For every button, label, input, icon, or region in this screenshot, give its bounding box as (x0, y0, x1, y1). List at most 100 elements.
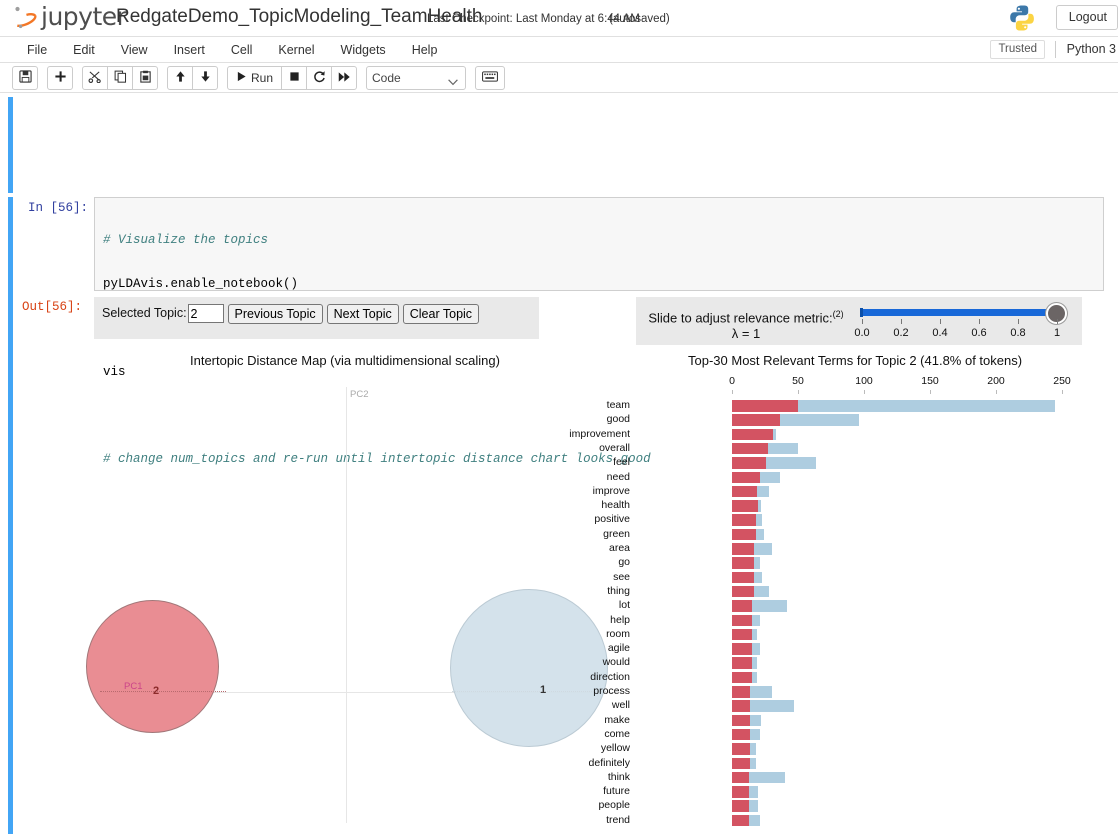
slider-tick-4: 0.8 (1010, 327, 1026, 339)
x-tick-label-50: 50 (792, 375, 804, 387)
slider-track[interactable] (860, 308, 1060, 317)
insert-cell-button[interactable] (47, 66, 73, 90)
run-button[interactable]: Run (227, 66, 283, 90)
relevant-terms-title: Top-30 Most Relevant Terms for Topic 2 (… (688, 353, 1023, 368)
menu-file[interactable]: File (14, 37, 60, 63)
bar-topic-frequency (732, 442, 768, 455)
selected-topic-input[interactable] (187, 304, 224, 323)
x-tick-mark-200 (996, 390, 997, 394)
kernel-indicator[interactable]: Python 3 (1067, 42, 1116, 56)
term-row[interactable]: improvement (569, 428, 1104, 442)
logout-button[interactable]: Logout (1055, 5, 1118, 30)
previous-topic-button[interactable]: Previous Topic (227, 304, 323, 324)
term-row[interactable]: lot (619, 599, 1104, 613)
code-editor[interactable]: # Visualize the topics pyLDAvis.enable_n… (94, 197, 1104, 466)
arrow-down-icon (199, 70, 212, 86)
trusted-badge: Trusted (990, 40, 1045, 59)
term-row[interactable]: team (607, 399, 1104, 413)
term-row[interactable]: room (606, 628, 1104, 642)
term-row[interactable]: yellow (601, 742, 1104, 756)
topic-circle-2[interactable] (86, 600, 219, 733)
paste-button[interactable] (132, 66, 158, 90)
chevron-down-icon (448, 75, 458, 89)
menu-widgets[interactable]: Widgets (328, 37, 399, 63)
menu-insert[interactable]: Insert (161, 37, 218, 63)
term-row[interactable]: trend (606, 814, 1104, 828)
restart-circle-icon (313, 70, 326, 86)
term-label: process (593, 685, 630, 697)
bar-topic-frequency (732, 628, 752, 641)
bar-topic-frequency (732, 457, 767, 469)
move-cell-down-button[interactable] (192, 66, 218, 90)
term-row[interactable]: feel (613, 456, 1104, 470)
move-cell-up-button[interactable] (167, 66, 193, 90)
term-row[interactable]: help (610, 614, 1104, 628)
term-row[interactable]: green (603, 528, 1104, 542)
scissors-icon (88, 70, 102, 86)
term-row[interactable]: would (603, 656, 1104, 670)
topic-2-label: 2 (153, 685, 160, 697)
bar-topic-frequency (732, 814, 750, 827)
input-prompt: In [56]: (28, 201, 89, 215)
clear-topic-button[interactable]: Clear Topic (402, 304, 480, 324)
term-row[interactable]: overall (599, 442, 1104, 456)
term-row[interactable]: people (598, 799, 1104, 813)
x-tick-mark-250 (1062, 390, 1063, 394)
term-row[interactable]: future (603, 785, 1104, 799)
next-topic-button[interactable]: Next Topic (326, 304, 399, 324)
restart-and-run-all-button[interactable] (331, 66, 358, 90)
term-row[interactable]: definitely (589, 757, 1104, 771)
term-row[interactable]: good (607, 413, 1104, 427)
slider-tick-5: 1 (1053, 327, 1061, 339)
term-label: lot (618, 599, 630, 612)
cell-type-select[interactable]: Code (366, 66, 467, 90)
bar-topic-frequency (732, 757, 751, 769)
menu-edit[interactable]: Edit (60, 37, 108, 63)
menu-kernel[interactable]: Kernel (265, 37, 327, 63)
command-palette-button[interactable] (475, 66, 506, 90)
restart-kernel-button[interactable] (306, 66, 333, 90)
term-row[interactable]: need (607, 471, 1104, 485)
save-button[interactable] (12, 66, 38, 90)
term-row[interactable]: health (601, 499, 1104, 513)
command-palette-icon (482, 69, 498, 87)
copy-button[interactable] (107, 66, 133, 90)
bar-topic-frequency (732, 428, 773, 441)
relevance-slider[interactable]: 0.0 0.2 0.4 0.6 0.8 1 (854, 303, 1067, 341)
menu-cell[interactable]: Cell (218, 37, 266, 63)
term-row[interactable]: agile (608, 642, 1104, 656)
term-label: thing (607, 584, 630, 597)
notebook-toolbar: Run Code (0, 63, 1118, 93)
x-tick-label-100: 100 (855, 375, 873, 387)
term-row[interactable]: area (609, 542, 1104, 556)
x-tick-mark-50 (798, 390, 799, 394)
term-row[interactable]: direction (590, 671, 1104, 685)
term-row[interactable]: come (604, 728, 1104, 742)
topic-circle-1[interactable] (450, 589, 608, 747)
term-row[interactable]: improve (593, 485, 1104, 499)
bar-topic-frequency (732, 614, 752, 626)
term-label: trend (606, 813, 630, 826)
menu-view[interactable]: View (108, 37, 161, 63)
term-row[interactable]: make (604, 714, 1104, 728)
output-prompt: Out[56]: (22, 300, 83, 314)
term-row[interactable]: process (593, 685, 1104, 699)
term-row[interactable]: go (618, 556, 1104, 570)
term-row[interactable]: positive (594, 513, 1104, 527)
term-row[interactable]: thing (607, 585, 1104, 599)
term-row[interactable]: think (608, 771, 1104, 785)
interrupt-kernel-button[interactable] (281, 66, 308, 90)
bar-topic-frequency (732, 657, 752, 669)
term-row[interactable]: well (612, 699, 1104, 713)
bar-topic-frequency (732, 728, 751, 741)
menu-help[interactable]: Help (399, 37, 451, 63)
paste-icon (139, 70, 152, 86)
x-tick-label-0: 0 (729, 375, 735, 387)
jupyter-logo[interactable]: jupyter (12, 4, 127, 30)
cut-button[interactable] (82, 66, 108, 90)
intertopic-distance-map[interactable]: PC2 PC1 2 1 Marginal topic distribution … (86, 375, 634, 835)
notebook-body: In [56]: Out[56]: # Visualize the topics… (0, 93, 1118, 838)
term-row[interactable]: see (613, 571, 1104, 585)
bar-topic-frequency (732, 414, 780, 426)
selected-topic-label: Selected Topic: (102, 306, 187, 320)
